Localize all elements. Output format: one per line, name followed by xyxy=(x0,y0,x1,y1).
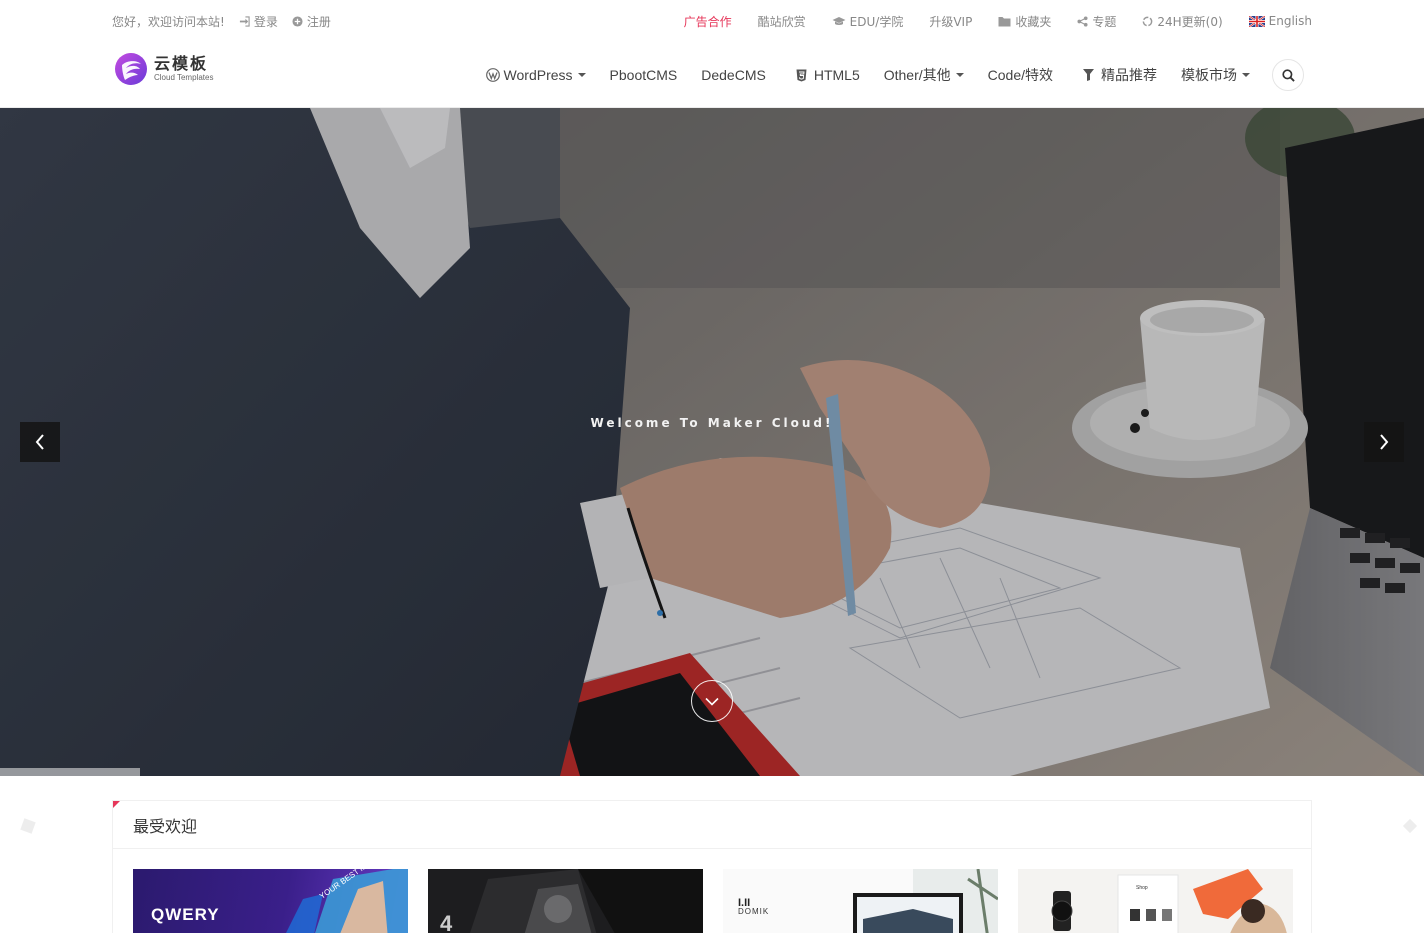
cool-sites-link[interactable]: 酷站欣赏 xyxy=(758,13,806,30)
ad-link[interactable]: 广告合作 xyxy=(684,13,732,30)
popular-section: 最受欢迎 YOUR BEST MOTIV QWERY 4 xyxy=(112,800,1312,933)
register-link[interactable]: 注册 xyxy=(292,13,331,30)
svg-text:Shop: Shop xyxy=(1136,885,1148,891)
nav-market-label: 模板市场 xyxy=(1181,67,1237,83)
caret-down-icon xyxy=(1242,73,1250,77)
updates-link[interactable]: 24H更新(0) xyxy=(1142,13,1223,30)
site-logo[interactable]: 云模板 Cloud Templates xyxy=(114,52,213,86)
svg-text:4: 4 xyxy=(440,911,453,933)
template-card[interactable]: Shop xyxy=(1018,869,1293,933)
logo-mark-icon xyxy=(115,53,147,85)
top-bar: 您好，欢迎访问本站! 登录 注册 广告合作 酷站欣赏 EDU/学院 升级VIP … xyxy=(0,0,1424,42)
favorites-label: 收藏夹 xyxy=(1015,14,1052,29)
login-label: 登录 xyxy=(253,14,278,29)
language-label: English xyxy=(1268,14,1312,28)
logo-subtitle: Cloud Templates xyxy=(154,73,214,82)
section-title: 最受欢迎 xyxy=(133,816,198,836)
nav-html5-label: HTML5 xyxy=(813,67,860,83)
card-thumbnail: I.II xyxy=(723,869,998,933)
greeting-text: 您好，欢迎访问本站! xyxy=(112,14,225,29)
folder-icon xyxy=(998,16,1011,27)
side-decoration-icon xyxy=(1402,818,1418,834)
template-card[interactable]: YOUR BEST MOTIV QWERY xyxy=(133,869,408,933)
nav-featured[interactable]: 精品推荐 xyxy=(1083,65,1157,85)
main-header: 云模板 Cloud Templates WordPress PbootCMS D… xyxy=(0,42,1424,108)
section-header: 最受欢迎 xyxy=(113,801,1311,849)
graduation-cap-icon xyxy=(832,16,846,27)
template-card[interactable]: I.II DOMIK xyxy=(723,869,998,933)
edu-link[interactable]: EDU/学院 xyxy=(832,13,904,30)
filter-icon xyxy=(1083,69,1094,81)
nav-pbootcms[interactable]: PbootCMS xyxy=(610,67,678,83)
register-label: 注册 xyxy=(306,14,331,29)
hero-background-image xyxy=(0,108,1424,776)
chevron-right-icon xyxy=(1380,434,1389,450)
section-corner-accent xyxy=(113,801,120,808)
html5-icon xyxy=(796,69,807,82)
nav-dedecms[interactable]: DedeCMS xyxy=(701,67,766,83)
logo-title: 云模板 xyxy=(154,54,209,73)
chevron-left-icon xyxy=(35,434,44,450)
slider-prev-button[interactable] xyxy=(20,422,60,462)
nav-wordpress[interactable]: WordPress xyxy=(485,67,586,83)
edu-label: EDU/学院 xyxy=(849,14,904,29)
hero-slider: Welcome To Maker Cloud! xyxy=(0,108,1424,776)
sign-in-icon xyxy=(239,15,250,27)
main-nav: WordPress PbootCMS DedeCMS HTML5 Other/其… xyxy=(485,42,1304,108)
hero-title: Welcome To Maker Cloud! xyxy=(590,416,834,430)
topbar-right: 广告合作 酷站欣赏 EDU/学院 升级VIP 收藏夹 专题 24H更新(0) E… xyxy=(658,13,1312,30)
card-thumbnail: 4 xyxy=(428,869,703,933)
nav-other-label: Other/其他 xyxy=(883,67,951,83)
search-button[interactable] xyxy=(1272,59,1304,91)
template-cards: YOUR BEST MOTIV QWERY 4 I.II xyxy=(133,869,1293,933)
language-link[interactable]: English xyxy=(1248,14,1312,28)
chevron-down-icon xyxy=(705,697,719,706)
nav-featured-label: 精品推荐 xyxy=(1101,67,1157,83)
nav-code[interactable]: Code/特效 xyxy=(988,65,1053,85)
login-link[interactable]: 登录 xyxy=(239,13,278,30)
favorites-link[interactable]: 收藏夹 xyxy=(998,13,1051,30)
topics-link[interactable]: 专题 xyxy=(1077,13,1116,30)
card-thumbnail: Shop xyxy=(1018,869,1293,933)
caret-down-icon xyxy=(577,73,586,77)
nav-other[interactable]: Other/其他 xyxy=(884,65,964,85)
topics-label: 专题 xyxy=(1092,14,1117,29)
topbar-left: 您好，欢迎访问本站! 登录 注册 xyxy=(112,13,345,30)
updates-label: 24H更新(0) xyxy=(1157,14,1223,29)
slider-next-button[interactable] xyxy=(1364,422,1404,462)
nav-html5[interactable]: HTML5 xyxy=(796,67,860,83)
nav-wordpress-label: WordPress xyxy=(503,67,573,83)
caret-down-icon xyxy=(955,73,964,77)
wordpress-icon xyxy=(485,68,500,82)
search-icon xyxy=(1281,68,1295,82)
side-decoration-icon xyxy=(20,818,36,834)
template-card[interactable]: 4 xyxy=(428,869,703,933)
recycle-icon xyxy=(1142,16,1153,27)
scroll-down-button[interactable] xyxy=(691,680,733,722)
nav-market[interactable]: 模板市场 xyxy=(1181,65,1250,85)
share-icon xyxy=(1077,15,1088,27)
plus-circle-icon xyxy=(292,15,303,27)
card-label: DOMIK xyxy=(738,907,770,916)
uk-flag-icon xyxy=(1248,15,1265,27)
card-label: QWERY xyxy=(151,905,220,924)
vip-link[interactable]: 升级VIP xyxy=(929,13,972,30)
